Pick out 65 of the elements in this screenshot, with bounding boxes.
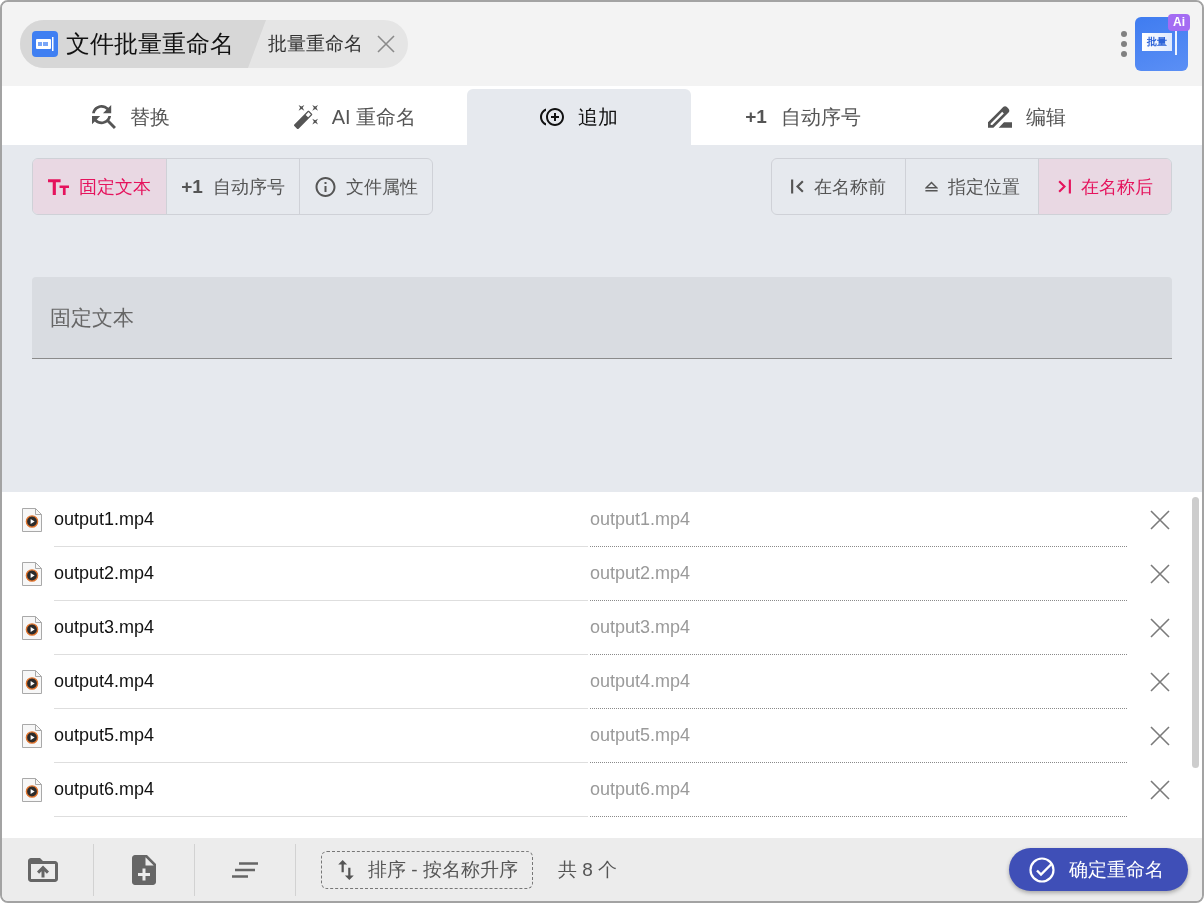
video-file-icon — [22, 508, 42, 532]
skip-start-icon — [791, 179, 804, 194]
pencil-icon — [988, 105, 1012, 129]
file-name: output3.mp4 — [54, 601, 588, 655]
file-name: output5.mp4 — [54, 709, 588, 763]
new-name-preview: output3.mp4 — [590, 601, 1127, 655]
video-file-icon — [22, 778, 42, 802]
sort-button[interactable]: 排序 - 按名称升序 — [321, 850, 533, 889]
remove-button[interactable] — [1150, 564, 1170, 584]
check-circle-icon — [1029, 856, 1055, 883]
file-name: output2.mp4 — [54, 547, 588, 601]
file-count: 共 8 个 — [557, 857, 617, 882]
more-vertical-icon — [1121, 31, 1127, 57]
remove-button[interactable] — [1150, 672, 1170, 692]
file-name: output6.mp4 — [54, 763, 588, 817]
remove-button[interactable] — [1150, 618, 1170, 638]
close-icon — [1150, 510, 1170, 530]
app-icon — [32, 31, 58, 57]
remove-button[interactable] — [1150, 726, 1170, 746]
find-replace-icon — [92, 105, 116, 129]
source-option-button[interactable]: +1 自动序号 — [166, 159, 299, 214]
swap-vertical-icon — [338, 859, 354, 880]
position-option-button[interactable]: 在名称前 — [772, 159, 905, 214]
remove-button[interactable] — [1150, 510, 1170, 530]
close-icon — [1150, 672, 1170, 692]
close-icon — [377, 35, 395, 53]
video-file-icon — [22, 562, 42, 586]
tab[interactable]: 替换 — [19, 89, 243, 145]
app-title-button[interactable]: 文件批量重命名 — [20, 20, 266, 68]
close-button[interactable] — [377, 35, 395, 53]
folder-upload-icon — [28, 857, 58, 882]
close-icon — [1150, 618, 1170, 638]
new-name-preview: output6.mp4 — [590, 763, 1127, 817]
remove-button[interactable] — [1150, 780, 1170, 800]
new-name-preview: output2.mp4 — [590, 547, 1127, 601]
close-icon — [1150, 564, 1170, 584]
new-name-preview: output5.mp4 — [590, 709, 1127, 763]
file-add-icon — [132, 854, 156, 885]
ai-badge: Ai — [1168, 14, 1190, 31]
tab[interactable]: 编辑 — [915, 89, 1139, 145]
video-file-icon — [22, 616, 42, 640]
skip-end-icon — [1057, 179, 1071, 194]
more-button[interactable] — [1121, 31, 1127, 57]
tab[interactable]: +1 自动序号 — [691, 89, 915, 145]
fixed-text-field[interactable]: 固定文本 — [32, 277, 1172, 359]
tab[interactable]: 追加 — [467, 89, 691, 145]
source-option-button[interactable]: 文件属性 — [299, 159, 432, 214]
eject-icon — [924, 179, 938, 194]
breadcrumb-label: 批量重命名 — [268, 32, 363, 56]
close-icon — [1150, 726, 1170, 746]
confirm-rename-button[interactable]: 确定重命名 — [1009, 848, 1188, 891]
magic-wand-icon — [293, 105, 318, 129]
info-icon — [314, 176, 336, 197]
text-format-icon — [48, 176, 69, 197]
file-name: output4.mp4 — [54, 655, 588, 709]
file-name: output1.mp4 — [54, 493, 588, 547]
logo-text: 批量 — [1142, 33, 1172, 51]
tab[interactable]: AI 重命名 — [243, 89, 467, 145]
new-name-preview: output1.mp4 — [590, 493, 1127, 547]
close-icon — [1150, 780, 1170, 800]
scrollbar[interactable] — [1192, 497, 1199, 768]
video-file-icon — [22, 724, 42, 748]
lines-icon — [231, 861, 259, 878]
new-name-preview: output4.mp4 — [590, 655, 1127, 709]
video-file-icon — [22, 670, 42, 694]
